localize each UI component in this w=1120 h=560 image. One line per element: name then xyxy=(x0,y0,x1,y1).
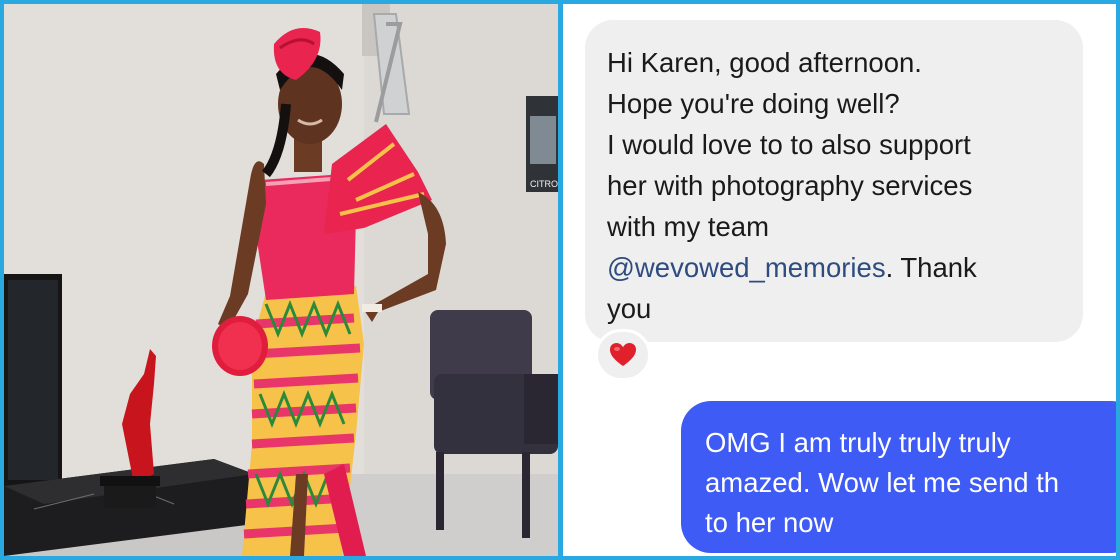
television xyxy=(4,274,62,486)
message-line: OMG I am truly truly truly xyxy=(705,427,1011,458)
incoming-message-bubble[interactable]: Hi Karen, good afternoon. Hope you're do… xyxy=(585,20,1083,342)
message-line: to her now xyxy=(705,507,834,538)
mention-trailing-text: . Thank xyxy=(885,252,977,283)
outgoing-message-bubble[interactable]: OMG I am truly truly truly amazed. Wow l… xyxy=(681,401,1116,553)
wall-poster: CITRO xyxy=(526,96,558,192)
message-line: amazed. Wow let me send th xyxy=(705,467,1060,498)
chat-conversation: Hi Karen, good afternoon. Hope you're do… xyxy=(563,4,1116,556)
message-line: with my team xyxy=(607,211,769,242)
message-line-with-mention: @wevowed_memories. Thank xyxy=(607,247,1077,288)
message-line: her with photography services xyxy=(607,170,973,201)
poster-text: CITRO xyxy=(530,179,558,189)
screenshot-frame: CITRO Hi Karen, good afternoon. Hope you… xyxy=(0,0,1120,560)
message-line: I would love to to also support xyxy=(607,129,971,160)
outgoing-message-text: OMG I am truly truly truly amazed. Wow l… xyxy=(705,423,1116,543)
photo-woman-in-kente-dress: CITRO xyxy=(4,4,558,556)
message-line: Hope you're doing well? xyxy=(607,88,900,119)
incoming-message-text: Hi Karen, good afternoon. Hope you're do… xyxy=(607,42,1077,329)
message-line: you xyxy=(607,293,652,324)
heart-icon xyxy=(610,343,636,366)
message-line: Hi Karen, good afternoon. xyxy=(607,47,922,78)
mention-link[interactable]: @wevowed_memories xyxy=(607,252,886,283)
reaction-badge[interactable] xyxy=(595,329,651,381)
